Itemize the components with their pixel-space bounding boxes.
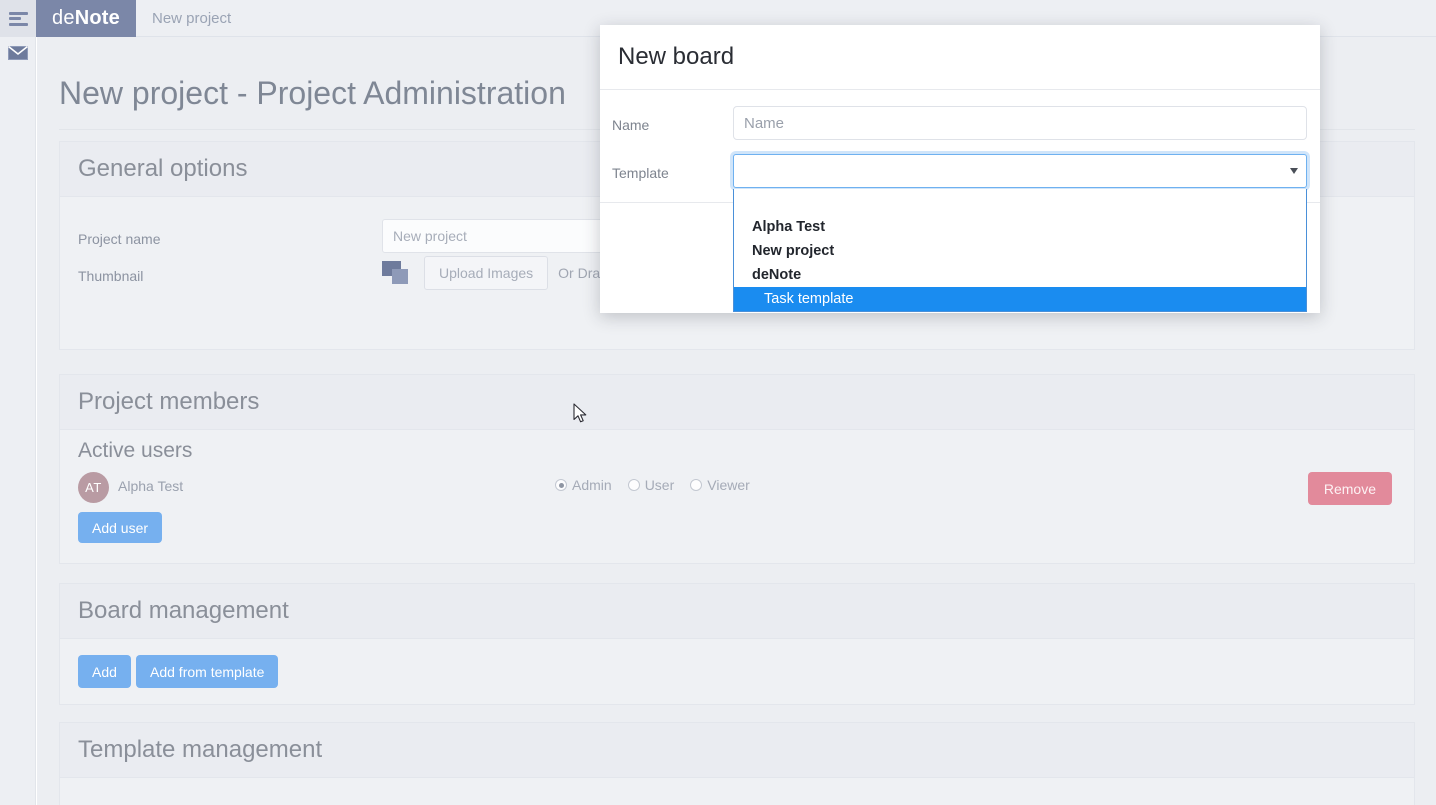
- project-name-label: Project name: [78, 231, 161, 247]
- role-radio-user[interactable]: User: [627, 477, 675, 493]
- role-label-user: User: [644, 477, 675, 493]
- role-label-admin: Admin: [572, 477, 612, 493]
- role-radio-group: Admin User Viewer: [555, 477, 750, 493]
- card-header-board-management: Board management: [60, 584, 1414, 639]
- breadcrumb[interactable]: New project: [152, 0, 231, 37]
- radio-dot-icon: [627, 479, 640, 491]
- template-select-dropdown[interactable]: Alpha Test New project deNote Task templ…: [733, 189, 1307, 312]
- breadcrumb-label: New project: [152, 10, 232, 27]
- chevron-down-icon: [1290, 168, 1298, 174]
- role-radio-admin[interactable]: Admin: [555, 477, 612, 493]
- dialog-template-label: Template: [612, 165, 669, 181]
- card-title-project-members: Project members: [78, 388, 260, 415]
- dropdown-group-label: New project: [752, 243, 835, 259]
- dialog-header: New board: [600, 25, 1320, 90]
- card-template-management: Template management: [59, 722, 1415, 805]
- card-title-board-management: Board management: [78, 597, 289, 624]
- dropdown-group-label: Alpha Test: [752, 219, 826, 235]
- card-body-board-management: Add Add from template: [60, 639, 1414, 704]
- dialog-title: New board: [618, 43, 735, 70]
- card-header-project-members: Project members: [60, 375, 1414, 430]
- envelope-icon: [8, 46, 28, 60]
- new-board-dialog: New board Name Template Alpha Test New p…: [600, 25, 1320, 313]
- brand-logo[interactable]: de Note: [36, 0, 136, 37]
- member-row: AT Alpha Test Admin User Viewer Remove: [60, 472, 1414, 506]
- add-board-from-template-button[interactable]: Add from template: [136, 655, 279, 688]
- remove-member-button[interactable]: Remove: [1307, 472, 1392, 505]
- role-label-viewer: Viewer: [707, 477, 750, 493]
- radio-dot-icon: [690, 479, 703, 491]
- card-body-project-members: Active users AT Alpha Test Admin User Vi…: [60, 430, 1414, 563]
- radio-dot-icon: [555, 479, 567, 491]
- active-users-title: Active users: [78, 439, 193, 462]
- add-board-button[interactable]: Add: [78, 655, 131, 688]
- sidebar-menu-toggle[interactable]: [0, 0, 36, 37]
- images-icon: [382, 259, 414, 287]
- thumbnail-label: Thumbnail: [78, 268, 144, 284]
- page-title: New project - Project Administration: [59, 75, 566, 111]
- brand-logo-prefix: de: [52, 7, 75, 29]
- dropdown-option-task-template[interactable]: Task template: [734, 287, 1306, 311]
- sidebar-item-messages[interactable]: [0, 37, 36, 69]
- card-body-template-management: [60, 778, 1414, 805]
- card-board-management: Board management Add Add from template: [59, 583, 1415, 705]
- template-select[interactable]: [733, 154, 1307, 188]
- card-title-general-options: General options: [78, 155, 248, 182]
- dialog-body: Name Template Alpha Test New project deN…: [600, 90, 1320, 312]
- upload-images-button[interactable]: Upload Images: [424, 256, 549, 290]
- avatar: AT: [78, 472, 109, 503]
- dropdown-group-label: deNote: [752, 267, 802, 283]
- card-project-members: Project members Active users AT Alpha Te…: [59, 374, 1415, 564]
- dialog-name-label: Name: [612, 117, 650, 133]
- member-name: Alpha Test: [118, 478, 184, 494]
- hamburger-icon: [8, 11, 28, 26]
- dialog-name-input[interactable]: [733, 106, 1307, 140]
- card-title-template-management: Template management: [78, 736, 323, 763]
- sidebar: [0, 0, 36, 805]
- card-header-template-management: Template management: [60, 723, 1414, 778]
- brand-logo-suffix: Note: [74, 7, 120, 29]
- add-user-button[interactable]: Add user: [78, 512, 163, 543]
- role-radio-viewer[interactable]: Viewer: [690, 477, 750, 493]
